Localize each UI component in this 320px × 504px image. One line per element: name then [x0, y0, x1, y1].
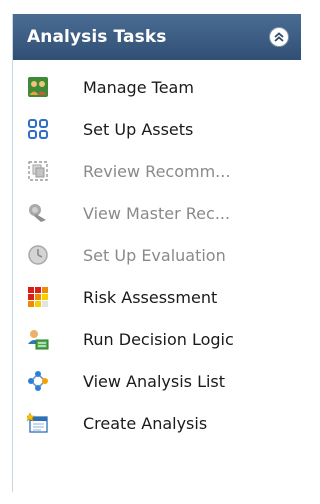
task-label: Create Analysis	[83, 413, 208, 433]
task-view-analysis-list[interactable]: View Analysis List	[13, 360, 301, 402]
task-list: Manage Team Set Up Assets Review Recomm.…	[13, 60, 301, 444]
task-label: Set Up Assets	[83, 119, 194, 139]
panel-title: Analysis Tasks	[27, 27, 167, 47]
task-create-analysis[interactable]: Create Analysis	[13, 402, 301, 444]
panel-header: Analysis Tasks	[13, 14, 301, 60]
task-set-up-assets[interactable]: Set Up Assets	[13, 108, 301, 150]
task-label: View Master Rec...	[83, 203, 231, 223]
risk-matrix-icon	[27, 286, 49, 308]
double-chevron-up-icon	[274, 32, 284, 42]
master-record-icon	[27, 202, 49, 224]
collapse-button[interactable]	[269, 27, 289, 47]
task-set-up-evaluation: Set Up Evaluation	[13, 234, 301, 276]
task-label: Risk Assessment	[83, 287, 218, 307]
review-recommendations-icon	[27, 160, 49, 182]
task-label: Set Up Evaluation	[83, 245, 226, 265]
task-view-master-record: View Master Rec...	[13, 192, 301, 234]
task-risk-assessment[interactable]: Risk Assessment	[13, 276, 301, 318]
task-label: View Analysis List	[83, 371, 226, 391]
create-analysis-icon	[27, 412, 49, 434]
task-label: Manage Team	[83, 77, 194, 97]
task-run-decision-logic[interactable]: Run Decision Logic	[13, 318, 301, 360]
team-icon	[27, 76, 49, 98]
analysis-list-icon	[27, 370, 49, 392]
task-review-recommendations: Review Recomm...	[13, 150, 301, 192]
evaluation-clock-icon	[27, 244, 49, 266]
task-label: Review Recomm...	[83, 161, 231, 181]
task-label: Run Decision Logic	[83, 329, 234, 349]
assets-grid-icon	[27, 118, 49, 140]
decision-logic-icon	[27, 328, 49, 350]
task-manage-team[interactable]: Manage Team	[13, 66, 301, 108]
analysis-tasks-panel: Analysis Tasks Manage Team Set Up Assets…	[12, 14, 301, 492]
